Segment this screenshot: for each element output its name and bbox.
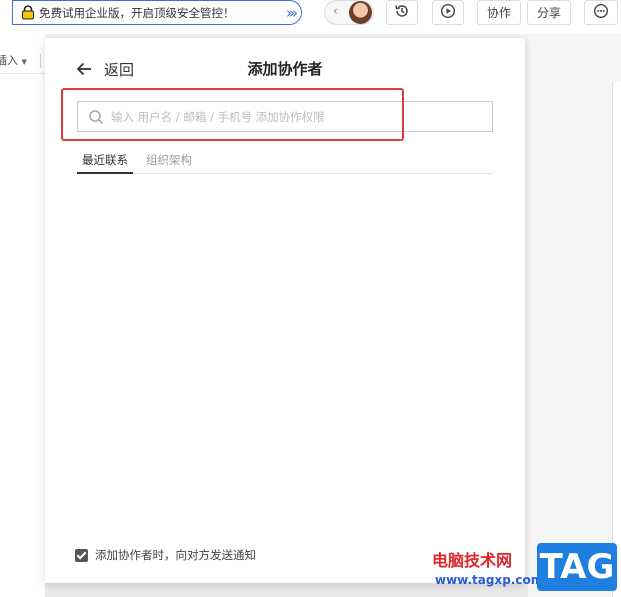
- tab-recent-contacts[interactable]: 最近联系: [77, 148, 133, 174]
- add-collaborator-panel: 返回 添加协作者 最近联系 组织架构 添加协作者时，向对方发送通知: [45, 38, 525, 583]
- more-button[interactable]: [584, 0, 618, 25]
- collaborator-avatars[interactable]: ‹: [324, 0, 374, 25]
- collaborator-search-box[interactable]: [77, 101, 493, 132]
- chevron-left-icon[interactable]: ‹: [333, 4, 338, 18]
- search-input[interactable]: [111, 109, 471, 124]
- insert-menu[interactable]: 插入 ▼: [0, 46, 45, 74]
- history-button[interactable]: [386, 0, 418, 25]
- history-icon: [394, 3, 410, 22]
- promo-text: 免费试用企业版，开启顶级安全管控！: [39, 5, 235, 20]
- play-circle-icon: [440, 3, 456, 22]
- collab-button-label: 协作: [486, 6, 511, 20]
- search-icon: [88, 109, 104, 125]
- watermark-site-name: 电脑技术网: [432, 551, 513, 570]
- present-button[interactable]: [432, 0, 464, 25]
- lock-icon: [21, 5, 35, 20]
- contact-tabs: 最近联系 组织架构: [77, 148, 493, 174]
- share-button-label: 分享: [536, 6, 561, 20]
- tab-organization-label: 组织架构: [146, 153, 192, 167]
- document-page-edge: [612, 82, 621, 597]
- watermark-tag-logo: TAG: [537, 543, 617, 591]
- more-dots-icon: [593, 3, 609, 22]
- notify-checkbox[interactable]: [75, 548, 88, 562]
- notify-label: 添加协作者时，向对方发送通知: [95, 548, 256, 562]
- double-chevron-right-icon: ›››: [286, 4, 298, 22]
- watermark-url: www.tagxp.com: [435, 573, 544, 587]
- share-button[interactable]: 分享: [527, 0, 571, 25]
- panel-title: 添加协作者: [247, 60, 323, 78]
- tab-organization[interactable]: 组织架构: [141, 148, 197, 174]
- caret-down-icon: ▼: [21, 58, 27, 66]
- notify-option[interactable]: 添加协作者时，向对方发送通知: [75, 547, 256, 563]
- document-area-right: [528, 34, 621, 597]
- enterprise-promo-banner[interactable]: 免费试用企业版，开启顶级安全管控！ ›››: [12, 0, 302, 25]
- document-toolbar-left: 插入 ▼: [0, 34, 45, 597]
- tab-recent-contacts-label: 最近联系: [82, 153, 128, 167]
- collab-button[interactable]: 协作: [477, 0, 521, 25]
- insert-menu-label: 插入: [0, 54, 18, 67]
- toolbar-divider: [40, 54, 41, 68]
- top-toolbar: 免费试用企业版，开启顶级安全管控！ ››› ‹ 协作 分享: [0, 0, 621, 34]
- avatar[interactable]: [349, 1, 372, 24]
